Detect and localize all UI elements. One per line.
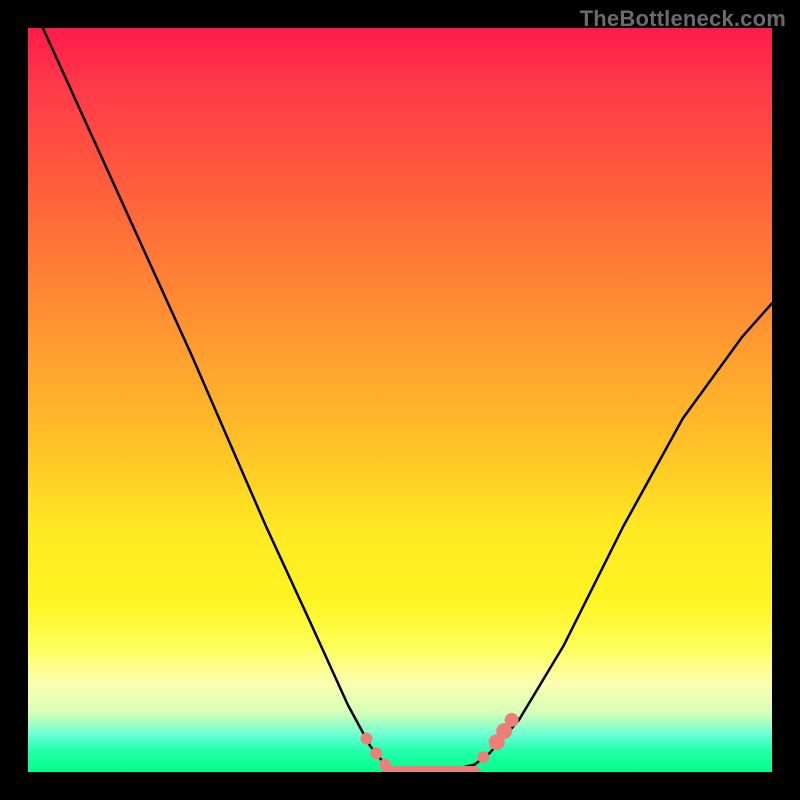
marker-dot <box>505 713 519 727</box>
bottleneck-curve <box>43 28 772 772</box>
marker-dot <box>361 733 373 745</box>
marker-dot <box>370 747 382 759</box>
curve-svg <box>28 28 772 772</box>
marker-dot <box>477 751 489 763</box>
plot-area <box>28 28 772 772</box>
attribution-text: TheBottleneck.com <box>580 6 786 32</box>
salmon-dots <box>361 713 519 771</box>
marker-dot <box>379 759 391 771</box>
chart-frame: TheBottleneck.com <box>0 0 800 800</box>
